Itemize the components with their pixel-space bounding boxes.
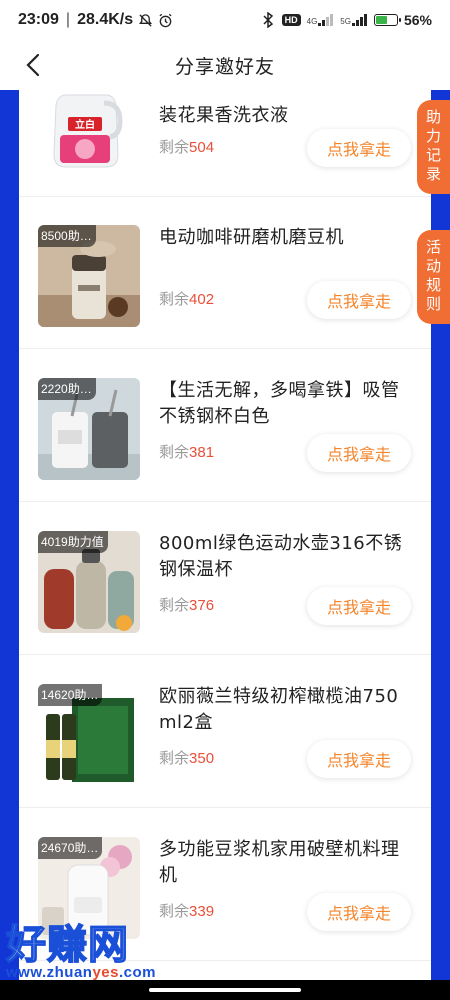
grab-button[interactable]: 点我拿走 bbox=[307, 740, 411, 778]
network-speed: 28.4K/s bbox=[77, 11, 134, 28]
grab-button[interactable]: 点我拿走 bbox=[307, 434, 411, 472]
grab-button[interactable]: 点我拿走 bbox=[307, 281, 411, 319]
net-5g-label: 5G bbox=[340, 17, 351, 26]
stock-info: 剩余504 bbox=[159, 136, 214, 157]
stock-info: 剩余381 bbox=[159, 441, 214, 462]
stock-count: 376 bbox=[189, 597, 215, 614]
svg-text:立白: 立白 bbox=[75, 118, 95, 131]
product-item: 8500助… 电动咖啡研磨机磨豆机 剩余402 点我拿走 bbox=[19, 197, 431, 349]
product-item: 24670助… 多功能豆浆机家用破壁机料理机 剩余339 点我拿走 bbox=[19, 809, 431, 961]
stock-info: 剩余402 bbox=[159, 288, 214, 309]
help-record-label: 助力记录 bbox=[424, 109, 442, 185]
product-title: 装花果香洗衣液 bbox=[159, 105, 289, 126]
battery-percent: 56% bbox=[403, 12, 432, 28]
stock-count: 504 bbox=[189, 139, 215, 156]
help-value-badge: 2220助… bbox=[38, 378, 96, 400]
help-value-badge: 8500助… bbox=[38, 225, 96, 247]
help-value-badge: 4019助力值 bbox=[38, 531, 108, 553]
home-indicator[interactable] bbox=[149, 988, 301, 992]
product-title: 800ml绿色运动水壶316不锈钢保温杯 bbox=[159, 533, 403, 580]
help-record-tab[interactable]: 助力记录 bbox=[417, 100, 450, 194]
stock-label: 剩余 bbox=[159, 444, 190, 461]
help-value-badge: 14620助… bbox=[38, 684, 103, 706]
net-4g-label: 4G bbox=[306, 17, 318, 26]
chevron-left-icon bbox=[26, 53, 40, 77]
battery-icon bbox=[373, 14, 401, 26]
product-image-water-bottle: 4019助力值 bbox=[38, 531, 140, 633]
hd-badge: HD bbox=[281, 14, 301, 26]
product-list[interactable]: 立白 装花果香洗衣液 剩余504 点我拿走 8500助… 电动咖啡研磨机磨豆机 … bbox=[19, 90, 431, 980]
product-title: 多功能豆浆机家用破壁机料理机 bbox=[159, 839, 400, 886]
bluetooth-icon bbox=[260, 12, 276, 28]
product-item: 立白 装花果香洗衣液 剩余504 点我拿走 bbox=[19, 90, 431, 197]
help-value-badge: 24670助… bbox=[38, 837, 103, 859]
activity-rules-label: 活动规则 bbox=[424, 239, 442, 315]
activity-rules-tab[interactable]: 活动规则 bbox=[417, 230, 450, 324]
status-bar: 23:09 | 28.4K/s HD 4G 5G 56% bbox=[0, 0, 450, 40]
product-title: 欧丽薇兰特级初榨橄榄油750ml2盒 bbox=[159, 686, 399, 733]
product-title: 【生活无解，多喝拿铁】吸管不锈钢杯白色 bbox=[159, 380, 400, 427]
stock-info: 剩余339 bbox=[159, 900, 214, 921]
signal-5g-icon: 5G bbox=[340, 14, 368, 26]
stock-info: 剩余376 bbox=[159, 594, 214, 615]
stock-count: 381 bbox=[189, 444, 215, 461]
product-item: 14620助… 欧丽薇兰特级初榨橄榄油750ml2盒 剩余350 点我拿走 bbox=[19, 656, 431, 808]
mute-bell-icon bbox=[137, 12, 153, 28]
back-button[interactable] bbox=[20, 52, 46, 78]
stock-label: 剩余 bbox=[159, 750, 190, 767]
product-item: 2220助… 【生活无解，多喝拿铁】吸管不锈钢杯白色 剩余381 点我拿走 bbox=[19, 350, 431, 502]
product-image-olive-oil: 14620助… bbox=[38, 684, 140, 786]
stock-label: 剩余 bbox=[159, 903, 190, 920]
navigation-bar: 分享邀好友 bbox=[0, 40, 450, 90]
signal-4g-icon: 4G bbox=[307, 14, 335, 26]
stock-label: 剩余 bbox=[159, 597, 190, 614]
product-image-detergent: 立白 bbox=[38, 90, 140, 175]
product-image-soymilk-maker: 24670助… bbox=[38, 837, 140, 939]
page-title: 分享邀好友 bbox=[174, 55, 275, 78]
product-item: 4019助力值 800ml绿色运动水壶316不锈钢保温杯 剩余376 点我拿走 bbox=[19, 503, 431, 655]
grab-button[interactable]: 点我拿走 bbox=[307, 129, 411, 167]
grab-button[interactable]: 点我拿走 bbox=[307, 893, 411, 931]
alarm-clock-icon bbox=[157, 12, 173, 28]
stock-label: 剩余 bbox=[159, 291, 190, 308]
stock-info: 剩余350 bbox=[159, 747, 214, 768]
clock: 23:09 bbox=[18, 11, 59, 28]
product-image-steel-cup: 2220助… bbox=[38, 378, 140, 480]
stock-label: 剩余 bbox=[159, 139, 190, 156]
stock-count: 402 bbox=[189, 291, 215, 308]
product-title: 电动咖啡研磨机磨豆机 bbox=[159, 227, 344, 248]
product-image-coffee-grinder: 8500助… bbox=[38, 225, 140, 327]
stock-count: 339 bbox=[189, 903, 215, 920]
grab-button[interactable]: 点我拿走 bbox=[307, 587, 411, 625]
stock-count: 350 bbox=[189, 750, 215, 767]
